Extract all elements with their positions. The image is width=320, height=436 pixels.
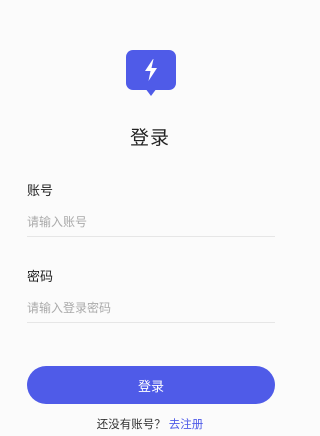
page-title: 登录 [129,127,170,149]
register-link[interactable]: 去注册 [169,417,204,431]
password-input[interactable] [27,293,275,323]
register-prompt: 还没有账号？ 去注册 [0,416,300,432]
login-button[interactable]: 登录 [27,366,275,404]
account-label: 账号 [27,184,54,199]
password-label: 密码 [27,270,54,285]
account-input[interactable] [27,207,275,237]
no-account-text: 还没有账号？ [96,417,166,431]
lightning-bolt-icon [145,59,157,81]
logo-badge-tail [145,88,157,96]
login-page: 登录 账号 密码 登录 还没有账号？去注册 [0,0,300,436]
app-logo [126,50,176,100]
